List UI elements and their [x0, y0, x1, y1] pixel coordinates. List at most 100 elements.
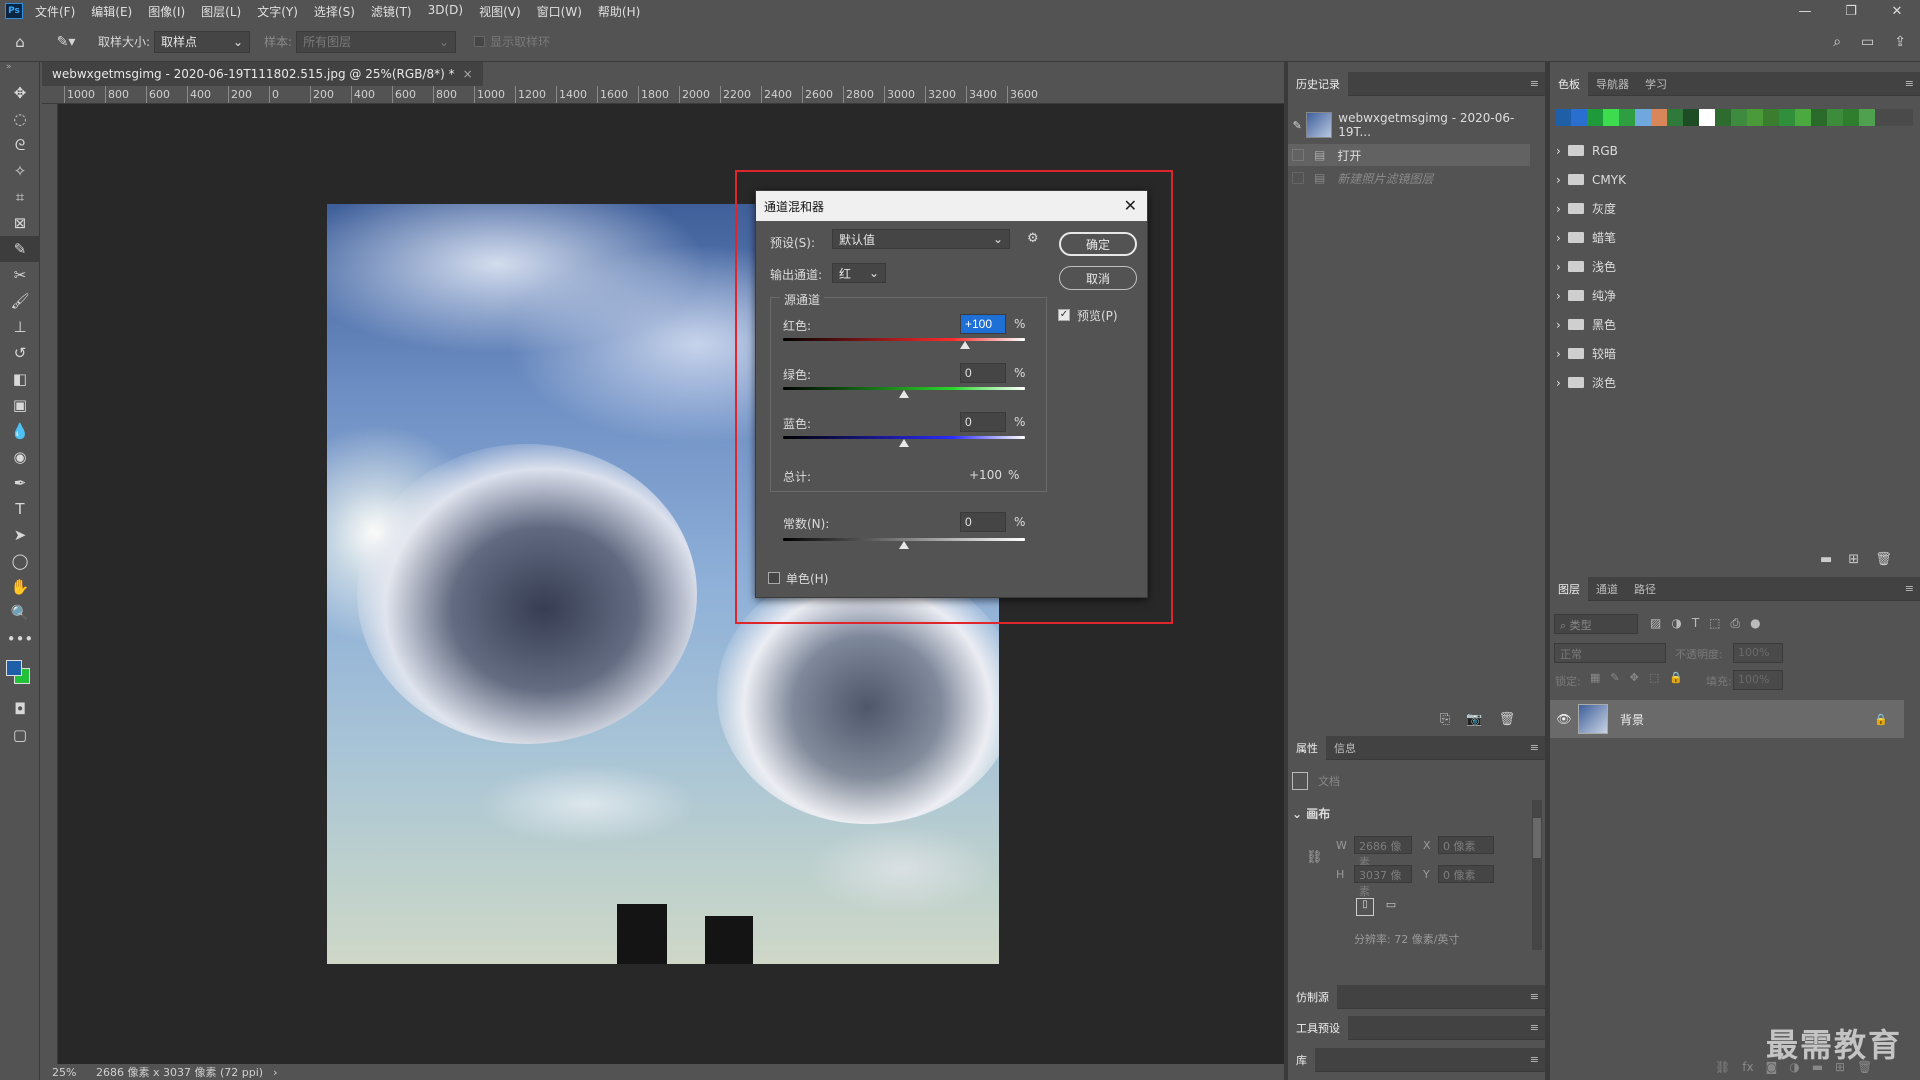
width-field[interactable]: 2686 像素: [1354, 836, 1412, 869]
menu-item[interactable]: 选择(S): [306, 3, 363, 20]
close-tab-icon[interactable]: ×: [463, 67, 473, 81]
magic-wand-tool-icon[interactable]: ✧: [0, 158, 40, 184]
home-icon[interactable]: ⌂: [0, 33, 40, 51]
tab-history[interactable]: 历史记录: [1288, 71, 1348, 96]
chevron-right-icon[interactable]: ›: [1550, 347, 1562, 361]
panel-menu-icon[interactable]: ≡: [1530, 77, 1545, 90]
menu-item[interactable]: 3D(D): [420, 3, 471, 20]
swatch-group[interactable]: › 淡色: [1550, 368, 1616, 397]
tab-channels[interactable]: 通道: [1588, 577, 1626, 601]
swatch[interactable]: [1843, 109, 1859, 126]
swatch-group[interactable]: › 黑色: [1550, 310, 1616, 339]
swatch[interactable]: [1827, 109, 1843, 126]
layer-row-background[interactable]: 👁 背景 🔒: [1550, 700, 1904, 738]
color-swatches[interactable]: [0, 652, 40, 696]
trash-icon[interactable]: 🗑: [1875, 552, 1892, 567]
properties-scrollbar[interactable]: [1532, 800, 1542, 950]
swatch-group[interactable]: › 浅色: [1550, 252, 1616, 281]
tab-layers[interactable]: 图层: [1550, 576, 1588, 601]
restore-button[interactable]: ❐: [1828, 0, 1874, 22]
link-layers-icon[interactable]: ⛓: [1715, 1060, 1730, 1074]
history-state-checkbox[interactable]: [1292, 172, 1304, 184]
chevron-right-icon[interactable]: ›: [1550, 260, 1562, 274]
swatch-group[interactable]: › 蜡笔: [1550, 223, 1616, 252]
lock-artboard-icon[interactable]: ⬚: [1649, 671, 1659, 684]
minimize-button[interactable]: —: [1782, 0, 1828, 22]
menu-item[interactable]: 窗口(W): [529, 3, 590, 20]
new-group-folder-icon[interactable]: ▬: [1820, 552, 1832, 567]
preset-select[interactable]: 默认值 ⌄: [832, 229, 1010, 249]
menu-item[interactable]: 编辑(E): [83, 3, 140, 20]
smart-object-filter-icon[interactable]: ⎙: [1731, 616, 1741, 631]
menu-item[interactable]: 视图(V): [471, 3, 529, 20]
swatch[interactable]: [1619, 109, 1635, 126]
swatch[interactable]: [1731, 109, 1747, 126]
shape-filter-icon[interactable]: ⬚: [1709, 616, 1720, 631]
type-filter-icon[interactable]: T: [1692, 616, 1699, 631]
swatch[interactable]: [1651, 109, 1667, 126]
foreground-color-swatch[interactable]: [6, 660, 22, 676]
opacity-field[interactable]: 100%: [1733, 643, 1783, 663]
canvas-section[interactable]: ⌄ 画布: [1292, 805, 1330, 822]
chevron-right-icon[interactable]: ›: [1550, 289, 1562, 303]
swatch[interactable]: [1747, 109, 1763, 126]
swatch[interactable]: [1763, 109, 1779, 126]
swatch-group[interactable]: › 纯净: [1550, 281, 1616, 310]
history-item[interactable]: ▤ 打开: [1288, 144, 1530, 166]
eyedropper-preset-icon[interactable]: ✎▾: [40, 34, 92, 50]
swatch-group[interactable]: › 灰度: [1550, 194, 1616, 223]
constant-slider-thumb[interactable]: [899, 541, 909, 549]
lasso-tool-icon[interactable]: ᘓ: [0, 132, 40, 158]
panel-menu-icon[interactable]: ≡: [1530, 1021, 1545, 1034]
filter-toggle-icon[interactable]: ●: [1750, 616, 1760, 631]
chevron-right-icon[interactable]: ›: [1550, 318, 1562, 332]
eraser-tool-icon[interactable]: ◧: [0, 366, 40, 392]
landscape-orientation-icon[interactable]: ▭: [1382, 898, 1400, 916]
layer-filter-select[interactable]: ⌕ 类型: [1554, 614, 1638, 634]
lock-all-icon[interactable]: 🔒: [1669, 671, 1683, 684]
blue-slider-thumb[interactable]: [899, 439, 909, 447]
chevron-right-icon[interactable]: ›: [1550, 231, 1562, 245]
pen-tool-icon[interactable]: ✒: [0, 470, 40, 496]
new-document-from-state-icon[interactable]: ⎘: [1440, 712, 1450, 727]
eyedropper-tool-icon[interactable]: ✎: [0, 236, 40, 262]
green-input[interactable]: [960, 363, 1006, 383]
preset-options-gear-icon[interactable]: ⚙: [1027, 231, 1039, 246]
swatch[interactable]: [1555, 109, 1571, 126]
swatch-group[interactable]: › 较暗: [1550, 339, 1616, 368]
quick-mask-icon[interactable]: ◘: [0, 696, 40, 722]
menu-item[interactable]: 滤镜(T): [363, 3, 420, 20]
tool-presets-panel[interactable]: 工具预设 ≡: [1288, 1015, 1545, 1040]
y-field[interactable]: 0 像素: [1438, 865, 1494, 883]
screen-mode-icon[interactable]: ▢: [0, 722, 40, 748]
type-tool-icon[interactable]: T: [0, 496, 40, 522]
chevron-right-icon[interactable]: ›: [1550, 144, 1562, 158]
panel-menu-icon[interactable]: ≡: [1905, 77, 1920, 90]
preview-checkbox[interactable]: ✓: [1058, 309, 1070, 321]
tab-paths[interactable]: 路径: [1626, 577, 1664, 601]
hand-tool-icon[interactable]: ✋: [0, 574, 40, 600]
blend-mode-select[interactable]: 正常: [1554, 643, 1666, 663]
frame-tool-icon[interactable]: ⊠: [0, 210, 40, 236]
ellipse-tool-icon[interactable]: ◯: [0, 548, 40, 574]
history-snapshot[interactable]: ✎ webwxgetmsgimg - 2020-06-19T...: [1288, 110, 1530, 140]
sample-select[interactable]: 所有图层 ⌄: [296, 30, 457, 53]
panel-menu-icon[interactable]: ≡: [1530, 1053, 1545, 1066]
trash-icon[interactable]: 🗑: [1499, 712, 1516, 727]
expand-toolbar-icon[interactable]: »: [0, 62, 39, 80]
healing-brush-tool-icon[interactable]: ✂: [0, 262, 40, 288]
tab-properties[interactable]: 属性: [1288, 735, 1326, 760]
swatch[interactable]: [1571, 109, 1587, 126]
dodge-tool-icon[interactable]: ◉: [0, 444, 40, 470]
zoom-tool-icon[interactable]: 🔍: [0, 600, 40, 626]
swatch[interactable]: [1683, 109, 1699, 126]
menu-item[interactable]: 帮助(H): [590, 3, 648, 20]
output-channel-select[interactable]: 红 ⌄: [832, 263, 886, 283]
swatch[interactable]: [1635, 109, 1651, 126]
ok-button[interactable]: 确定: [1059, 232, 1137, 256]
swatch[interactable]: [1699, 109, 1715, 126]
show-ring-checkbox[interactable]: [474, 36, 486, 47]
tab-swatches[interactable]: 色板: [1550, 71, 1588, 96]
history-brush-source-icon[interactable]: ✎: [1288, 119, 1306, 132]
menu-item[interactable]: 文件(F): [27, 3, 83, 20]
